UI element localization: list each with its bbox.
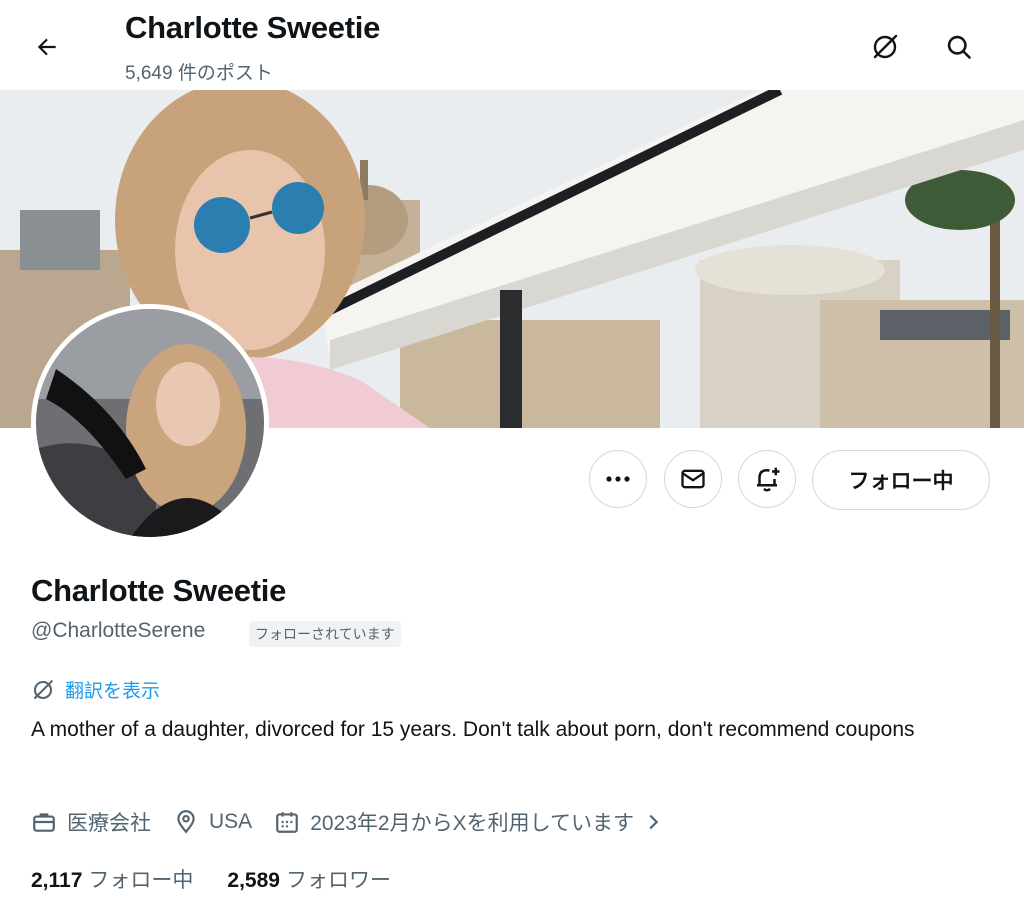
- avatar[interactable]: [36, 309, 264, 537]
- translate-label: 翻訳を表示: [65, 681, 161, 702]
- back-button[interactable]: [26, 26, 68, 68]
- header-title: Charlotte Sweetie: [125, 10, 381, 45]
- following-button[interactable]: フォロー中: [812, 450, 990, 510]
- translate-link[interactable]: 翻訳を表示: [31, 676, 160, 703]
- post-count: 5,649 件のポスト: [125, 63, 273, 84]
- chevron-right-icon: [649, 814, 659, 830]
- calendar-icon: [276, 812, 299, 833]
- arrow-left-icon: [37, 38, 56, 56]
- notify-button[interactable]: [738, 450, 796, 508]
- following-count: 2,117: [31, 869, 83, 892]
- followers-count: 2,589: [227, 869, 280, 892]
- category-label: 医療会社: [67, 812, 151, 835]
- location-item: USA: [173, 809, 252, 835]
- grok-icon: [33, 679, 53, 699]
- category-item: 医療会社: [31, 807, 151, 837]
- profile-handle: @CharlotteSerene: [31, 619, 206, 642]
- profile-stats: 2,117 フォロー中 2,589 フォロワー: [31, 864, 425, 894]
- follows-you-badge: フォローされています: [249, 621, 401, 647]
- followers-stat[interactable]: 2,589 フォロワー: [227, 864, 391, 894]
- grok-button[interactable]: [862, 24, 908, 70]
- bell-plus-icon: [757, 467, 780, 492]
- search-icon: [947, 35, 971, 59]
- profile-bio: A mother of a daughter, divorced for 15 …: [31, 718, 915, 741]
- profile-meta: 医療会社 USA 2023年2月からXを利用しています: [31, 806, 696, 838]
- location-pin-icon: [177, 810, 195, 834]
- more-button[interactable]: [589, 450, 647, 508]
- avatar-image: [36, 309, 264, 537]
- following-label: フォロー中: [88, 869, 194, 892]
- search-button[interactable]: [936, 24, 982, 70]
- joined-item[interactable]: 2023年2月からXを利用しています: [274, 807, 674, 837]
- briefcase-icon: [33, 813, 55, 832]
- top-bar: Charlotte Sweetie 5,649 件のポスト: [0, 0, 1024, 90]
- location-label: USA: [209, 810, 253, 833]
- joined-label: 2023年2月からXを利用しています: [310, 812, 634, 835]
- message-button[interactable]: [664, 450, 722, 508]
- envelope-icon: [681, 469, 705, 489]
- profile-name: Charlotte Sweetie: [31, 573, 287, 608]
- avatar-ring: [31, 304, 269, 542]
- followers-label: フォロワー: [285, 869, 391, 892]
- more-dots-icon: [606, 476, 630, 482]
- following-stat[interactable]: 2,117 フォロー中: [31, 864, 193, 894]
- grok-icon: [873, 34, 898, 59]
